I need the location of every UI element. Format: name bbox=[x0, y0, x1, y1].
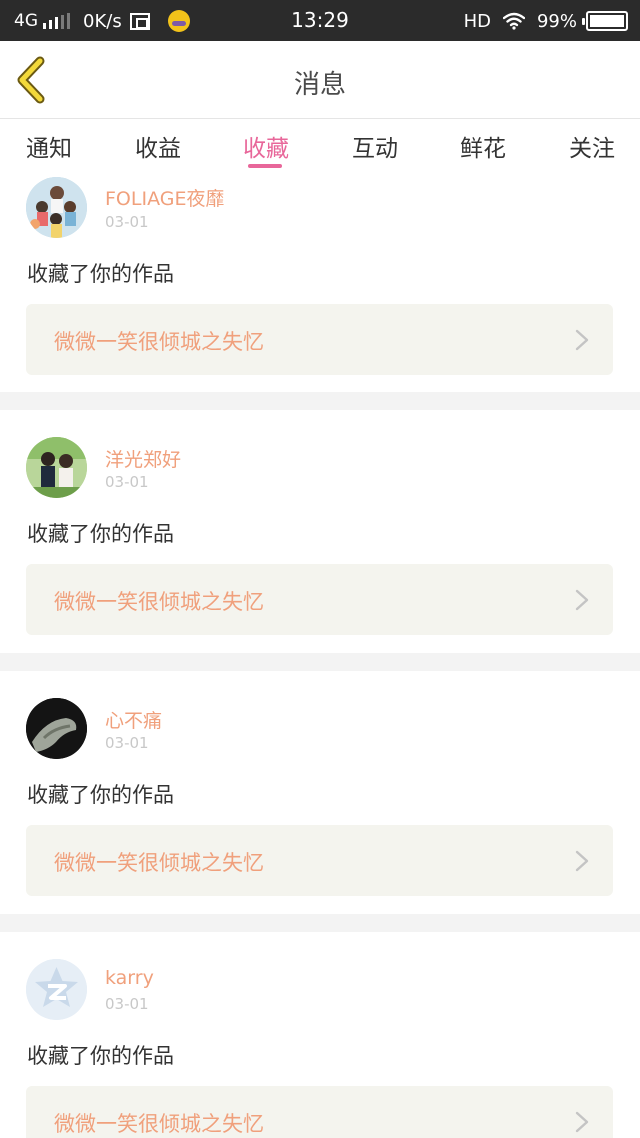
battery-icon bbox=[582, 11, 628, 31]
divider bbox=[0, 653, 640, 671]
work-card[interactable]: 微微一笑很倾城之失忆 bbox=[26, 825, 613, 896]
message-item: karry 03-01 收藏了你的作品 微微一笑很倾城之失忆 bbox=[0, 932, 640, 1138]
username[interactable]: 心不痛 bbox=[105, 706, 162, 733]
chevron-right-icon bbox=[575, 589, 589, 611]
work-card[interactable]: 微微一笑很倾城之失忆 bbox=[26, 304, 613, 375]
divider bbox=[0, 392, 640, 410]
work-title: 微微一笑很倾城之失忆 bbox=[54, 1112, 264, 1136]
message-text: 收藏了你的作品 bbox=[27, 262, 174, 286]
work-title: 微微一笑很倾城之失忆 bbox=[54, 330, 264, 354]
tab-notifications[interactable]: 通知 bbox=[26, 129, 72, 163]
tab-flowers[interactable]: 鲜花 bbox=[460, 129, 506, 163]
message-text: 收藏了你的作品 bbox=[27, 783, 174, 807]
username[interactable]: FOLIAGE夜靡 bbox=[105, 184, 224, 211]
tab-following[interactable]: 关注 bbox=[569, 129, 615, 163]
avatar[interactable] bbox=[26, 698, 87, 759]
message-text: 收藏了你的作品 bbox=[27, 1044, 174, 1068]
chevron-right-icon bbox=[575, 329, 589, 351]
message-item: 心不痛 03-01 收藏了你的作品 微微一笑很倾城之失忆 bbox=[0, 671, 640, 914]
tab-earnings[interactable]: 收益 bbox=[135, 129, 181, 163]
chevron-right-icon bbox=[575, 1111, 589, 1133]
work-title: 微微一笑很倾城之失忆 bbox=[54, 851, 264, 875]
status-right: HD 99% bbox=[464, 9, 628, 33]
tab-bar: 通知 收益 收藏 互动 鲜花 关注 bbox=[0, 119, 640, 171]
work-card[interactable]: 微微一笑很倾城之失忆 bbox=[26, 1086, 613, 1138]
avatar[interactable] bbox=[26, 437, 87, 498]
message-date: 03-01 bbox=[105, 995, 149, 1013]
page-title: 消息 bbox=[293, 70, 346, 100]
tab-favorites[interactable]: 收藏 bbox=[243, 129, 289, 163]
username[interactable]: karry bbox=[105, 967, 154, 989]
active-tab-indicator bbox=[248, 164, 282, 168]
message-date: 03-01 bbox=[105, 473, 149, 491]
wifi-icon bbox=[502, 12, 525, 30]
default-avatar-icon[interactable] bbox=[26, 959, 87, 1020]
battery-level bbox=[590, 15, 624, 27]
avatar[interactable] bbox=[26, 177, 87, 238]
work-title: 微微一笑很倾城之失忆 bbox=[54, 590, 264, 614]
hd-indicator: HD bbox=[463, 10, 491, 32]
message-item: 洋光郑好 03-01 收藏了你的作品 微微一笑很倾城之失忆 bbox=[0, 410, 640, 653]
divider bbox=[0, 914, 640, 932]
message-text: 收藏了你的作品 bbox=[27, 522, 174, 546]
battery-percent: 99% bbox=[536, 10, 577, 32]
status-bar: 4G 0K/s 13:29 HD 99% bbox=[0, 0, 640, 41]
nav-header: 消息 bbox=[0, 41, 640, 119]
tab-interactions[interactable]: 互动 bbox=[352, 129, 398, 163]
username[interactable]: 洋光郑好 bbox=[105, 445, 181, 472]
message-item: FOLIAGE夜靡 03-01 收藏了你的作品 微微一笑很倾城之失忆 bbox=[0, 171, 640, 392]
work-card[interactable]: 微微一笑很倾城之失忆 bbox=[26, 564, 613, 635]
message-date: 03-01 bbox=[105, 734, 149, 752]
message-date: 03-01 bbox=[105, 213, 149, 231]
chevron-right-icon bbox=[575, 850, 589, 872]
